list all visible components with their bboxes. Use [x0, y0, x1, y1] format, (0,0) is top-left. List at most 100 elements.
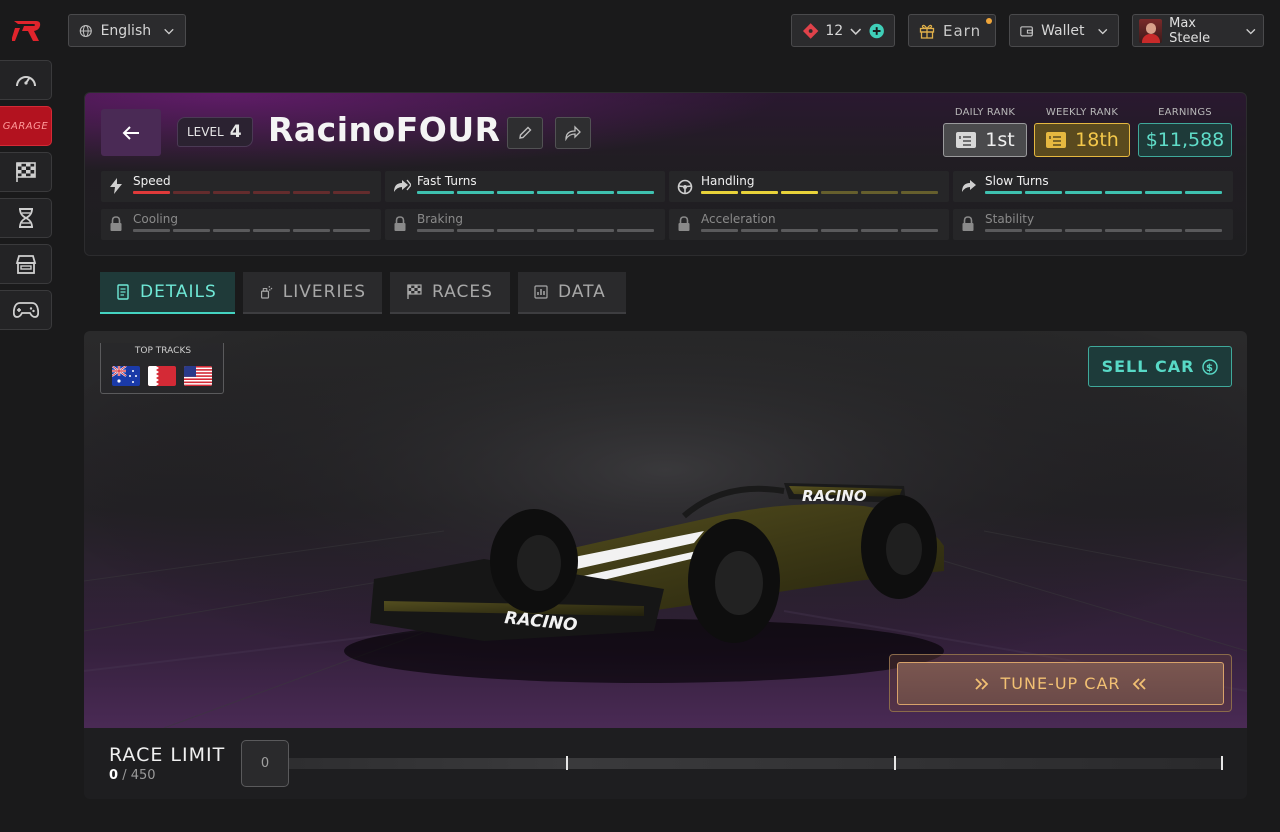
stat-bar-segment — [1025, 229, 1062, 232]
sidebar-item-dashboard[interactable] — [0, 60, 52, 100]
race-limit-progress-track — [289, 758, 1223, 769]
tickets-count: 12 — [825, 22, 844, 39]
sidebar-item-races[interactable] — [0, 152, 52, 192]
race-limit-total: / 450 — [122, 768, 156, 783]
sidebar-item-store[interactable] — [0, 244, 52, 284]
car-showcase: RACINO RACINO TOP TRACKS SELL CAR $ TUNE… — [84, 331, 1247, 728]
lock-icon — [394, 216, 406, 231]
svg-text:$: $ — [1206, 363, 1214, 374]
level-label: LEVEL — [187, 125, 224, 139]
slow-turn-icon — [962, 180, 976, 192]
race-limit-title: RACE LIMIT — [109, 744, 226, 766]
bahrain-flag-icon[interactable] — [148, 366, 176, 386]
stat-label: Cooling — [133, 212, 178, 226]
stat-bar-segment — [213, 191, 250, 194]
tickets-selector[interactable]: 12 — [791, 14, 895, 47]
stat-bar-segment — [617, 229, 654, 232]
stat-speed: Speed — [101, 171, 381, 202]
stat-acceleration: Acceleration — [669, 209, 949, 240]
rename-button[interactable] — [507, 117, 543, 149]
stat-bar-segment — [701, 229, 738, 232]
race-limit-count: 0 / 450 — [109, 768, 156, 783]
user-menu[interactable]: Max Steele — [1132, 14, 1264, 47]
tune-up-label: TUNE-UP CAR — [1000, 674, 1121, 693]
stat-bars — [133, 191, 370, 194]
stat-bars — [701, 229, 938, 232]
stat-bar-segment — [173, 191, 210, 194]
stat-bar-segment — [861, 229, 898, 232]
tab-data[interactable]: DATA — [518, 272, 626, 314]
sidebar: GARAGE — [0, 0, 56, 832]
racino-logo-icon[interactable] — [12, 18, 42, 44]
wallet-selector[interactable]: Wallet — [1009, 14, 1119, 47]
ticket-icon — [802, 22, 819, 39]
stat-bars — [701, 191, 938, 194]
weekly-rank-box: 18th — [1034, 123, 1130, 157]
stat-bar-segment — [1065, 191, 1102, 194]
fast-turn-icon — [394, 179, 411, 192]
stat-braking: Braking — [385, 209, 665, 240]
tab-liveries[interactable]: LIVERIES — [243, 272, 382, 314]
top-tracks: TOP TRACKS — [100, 343, 224, 394]
daily-rank: DAILY RANK 1st — [943, 107, 1027, 157]
lock-icon — [678, 216, 690, 231]
earnings-box: $11,588 — [1138, 123, 1232, 157]
sell-car-button[interactable]: SELL CAR $ — [1088, 346, 1232, 387]
car-header-card: LEVEL 4 RacinoFOUR DAILY RANK 1st WEEKLY… — [84, 92, 1247, 256]
earn-button[interactable]: Earn — [908, 14, 996, 47]
tune-up-car-button[interactable]: TUNE-UP CAR — [897, 662, 1224, 705]
earn-label: Earn — [943, 21, 982, 40]
stat-bars — [985, 191, 1222, 194]
earnings-label: EARNINGS — [1158, 107, 1212, 118]
race-limit-tick — [894, 756, 896, 770]
sidebar-item-games[interactable] — [0, 290, 52, 330]
speedometer-icon — [15, 76, 36, 87]
stat-label: Handling — [701, 174, 755, 188]
tab-label: DATA — [558, 282, 606, 302]
stat-bar-segment — [173, 229, 210, 232]
chevron-down-icon — [850, 28, 862, 35]
stat-bars — [133, 229, 370, 232]
weekly-rank-label: WEEKLY RANK — [1045, 107, 1119, 118]
notification-dot — [986, 18, 992, 24]
tab-races[interactable]: RACES — [390, 272, 510, 314]
sidebar-garage-label: GARAGE — [2, 120, 49, 132]
document-icon — [117, 284, 129, 300]
stat-bar-segment — [577, 191, 614, 194]
back-button[interactable] — [101, 109, 161, 156]
tab-details[interactable]: DETAILS — [100, 272, 235, 314]
user-name: Max Steele — [1169, 15, 1211, 46]
daily-rank-value: 1st — [985, 129, 1015, 151]
stat-label: Acceleration — [701, 212, 776, 226]
stat-bar-segment — [985, 191, 1022, 194]
stat-bar-segment — [1025, 191, 1062, 194]
sidebar-item-garage[interactable]: GARAGE — [0, 106, 52, 146]
chevron-down-icon — [1097, 28, 1107, 34]
race-flag-icon — [15, 162, 36, 182]
usa-flag-icon[interactable] — [184, 366, 212, 386]
stat-bar-segment — [497, 191, 534, 194]
race-flag-icon — [407, 284, 422, 299]
australia-flag-icon[interactable] — [112, 366, 140, 386]
stat-bar-segment — [985, 229, 1022, 232]
language-selector[interactable]: English — [68, 14, 186, 47]
stat-fast-turns: Fast Turns — [385, 171, 665, 202]
tab-label: RACES — [432, 282, 493, 302]
stat-bar-segment — [1105, 229, 1142, 232]
stat-bar-segment — [861, 191, 898, 194]
double-chevron-right-icon — [975, 677, 989, 690]
lock-icon — [110, 216, 122, 231]
level-badge: LEVEL 4 — [177, 117, 253, 147]
level-number: 4 — [229, 122, 242, 142]
sidebar-item-breeding[interactable] — [0, 198, 52, 238]
tab-label: DETAILS — [140, 282, 217, 302]
add-tickets-icon[interactable] — [869, 23, 884, 39]
stat-bar-segment — [293, 191, 330, 194]
stat-bar-segment — [741, 229, 778, 232]
stat-bar-segment — [253, 191, 290, 194]
arrow-left-icon — [122, 125, 139, 140]
leaderboard-icon — [1046, 132, 1067, 148]
stat-bar-segment — [781, 191, 818, 194]
stat-label: Slow Turns — [985, 174, 1049, 188]
share-button[interactable] — [555, 117, 591, 149]
